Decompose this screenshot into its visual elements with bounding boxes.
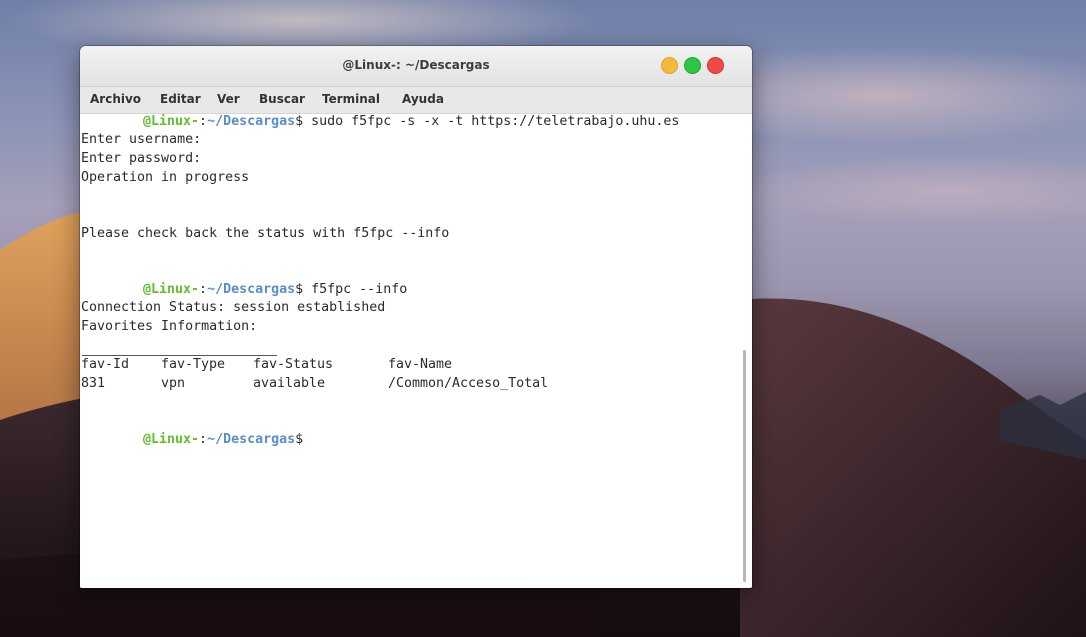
output-line: Operation in progress: [81, 170, 250, 185]
output-line: Enter username:: [81, 132, 202, 147]
table-cell: available: [253, 376, 326, 391]
prompt-path: ~/Descargas: [207, 282, 296, 297]
menu-archivo[interactable]: Archivo: [90, 92, 141, 106]
menu-editar[interactable]: Editar: [160, 92, 201, 106]
menu-ayuda[interactable]: Ayuda: [402, 92, 444, 106]
prompt-user: @Linux-: [143, 432, 200, 447]
prompt-separator: :: [199, 282, 208, 297]
menu-ver[interactable]: Ver: [217, 92, 240, 106]
output-line: Connection Status: session established: [81, 300, 386, 315]
prompt-line-1: @Linux-:~/Descargas$ sudo f5fpc -s -x -t…: [143, 114, 679, 133]
table-cell: /Common/Acceso_Total: [388, 376, 549, 391]
prompt-symbol: $: [295, 114, 304, 129]
prompt-separator: :: [199, 114, 208, 129]
close-button[interactable]: [707, 57, 724, 74]
prompt-path: ~/Descargas: [207, 114, 296, 129]
output-line: Enter password:: [81, 151, 202, 166]
prompt-symbol: $: [295, 432, 304, 447]
output-line: Please check back the status with f5fpc …: [81, 226, 450, 241]
command-text: sudo f5fpc -s -x -t https://teletrabajo.…: [303, 114, 680, 129]
table-divider: [82, 355, 277, 356]
table-header: fav-Type: [161, 357, 226, 372]
prompt-user: @Linux-: [143, 114, 200, 129]
terminal-output[interactable]: @Linux-:~/Descargas$ sudo f5fpc -s -x -t…: [80, 114, 752, 588]
table-header: fav-Name: [388, 357, 453, 372]
minimize-button[interactable]: [661, 57, 678, 74]
command-text: f5fpc --info: [303, 282, 408, 297]
table-cell: 831: [81, 376, 106, 391]
table-header: fav-Id: [81, 357, 130, 372]
prompt-line-2: @Linux-:~/Descargas$ f5fpc --info: [143, 282, 407, 301]
prompt-separator: :: [199, 432, 208, 447]
menu-bar: Archivo Editar Ver Buscar Terminal Ayuda: [80, 87, 752, 114]
prompt-symbol: $: [295, 282, 304, 297]
menu-terminal[interactable]: Terminal: [322, 92, 380, 106]
output-line: Favorites Information:: [81, 319, 258, 334]
title-bar[interactable]: @Linux-: ~/Descargas: [80, 46, 752, 87]
vertical-scrollbar[interactable]: [743, 350, 746, 582]
table-cell: vpn: [161, 376, 186, 391]
window-title: @Linux-: ~/Descargas: [342, 58, 490, 72]
menu-buscar[interactable]: Buscar: [259, 92, 305, 106]
terminal-window[interactable]: @Linux-: ~/Descargas Archivo Editar Ver …: [80, 46, 752, 588]
maximize-button[interactable]: [684, 57, 701, 74]
table-header: fav-Status: [253, 357, 334, 372]
prompt-path: ~/Descargas: [207, 432, 296, 447]
prompt-user: @Linux-: [143, 282, 200, 297]
prompt-line-3: @Linux-:~/Descargas$: [143, 432, 303, 451]
